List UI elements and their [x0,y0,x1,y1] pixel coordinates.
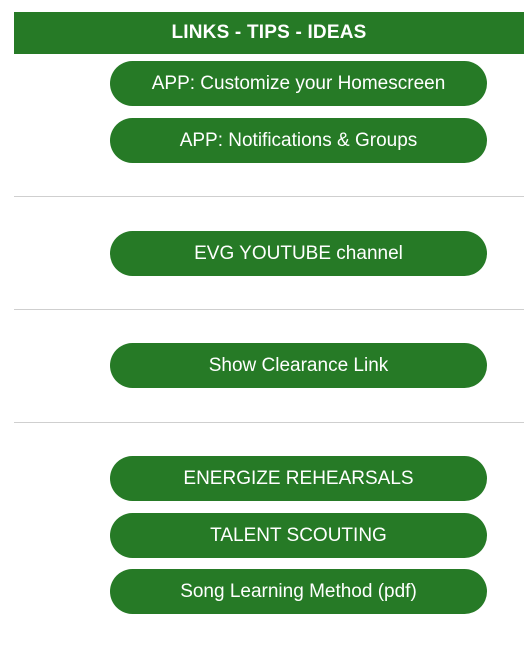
button-label: APP: Notifications & Groups [179,129,418,151]
button-label: Show Clearance Link [208,354,389,376]
section-title: LINKS - TIPS - IDEAS [171,22,367,43]
notifications-groups-button[interactable]: APP: Notifications & Groups [110,118,487,163]
section-header: LINKS - TIPS - IDEAS [14,12,524,54]
song-learning-method-button[interactable]: Song Learning Method (pdf) [110,569,487,614]
clearance-link-button[interactable]: Show Clearance Link [110,343,487,388]
divider [14,422,524,423]
customize-homescreen-button[interactable]: APP: Customize your Homescreen [110,61,487,106]
button-label: APP: Customize your Homescreen [151,72,446,94]
button-label: EVG YOUTUBE channel [194,242,403,264]
button-label: TALENT SCOUTING [210,524,387,546]
button-label: Song Learning Method (pdf) [180,580,417,602]
divider [14,196,524,197]
talent-scouting-button[interactable]: TALENT SCOUTING [110,513,487,558]
energize-rehearsals-button[interactable]: ENERGIZE REHEARSALS [110,456,487,501]
button-label: ENERGIZE REHEARSALS [183,467,414,489]
divider [14,309,524,310]
youtube-channel-button[interactable]: EVG YOUTUBE channel [110,231,487,276]
